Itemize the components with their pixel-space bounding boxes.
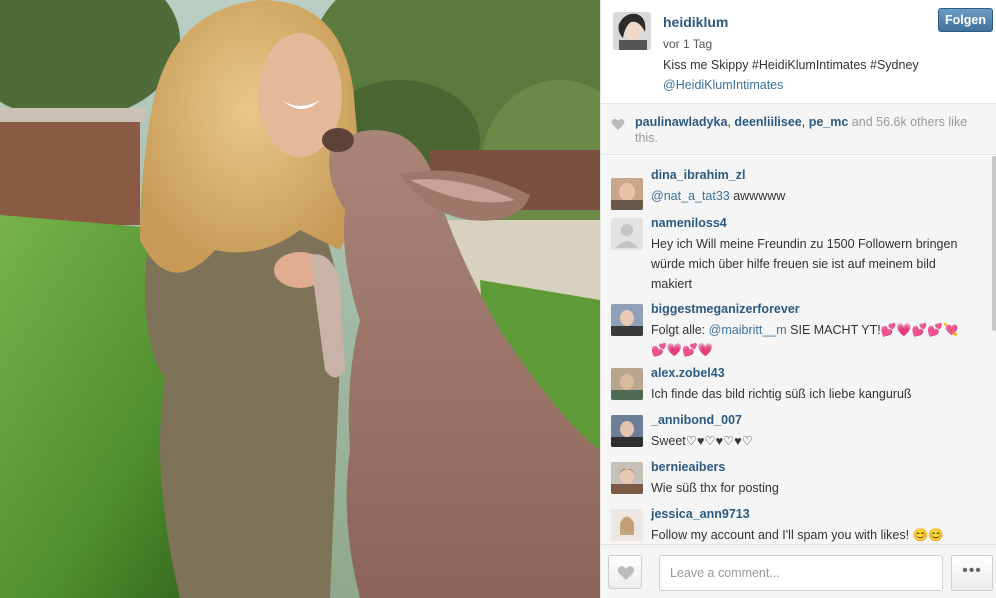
caption-text: Kiss me Skippy #HeidiKlumIntimates #Sydn…	[663, 58, 919, 72]
liker-username[interactable]: pe_mc	[809, 115, 849, 129]
heart-icon	[611, 119, 625, 130]
heart-icon	[617, 566, 635, 580]
comment-text: Hey ich Will meine Freundin zu 1500 Foll…	[651, 237, 958, 291]
comment-username[interactable]: alex.zobel43	[651, 366, 725, 380]
comment-text: Follow my account and I'll spam you with…	[651, 528, 944, 542]
avatar[interactable]	[611, 462, 643, 494]
comment-text: Ich finde das bild richtig süß ich liebe…	[651, 387, 912, 401]
comment-body: Folgt alle:	[651, 323, 709, 337]
avatar[interactable]	[611, 218, 643, 250]
follow-button[interactable]: Folgen	[938, 8, 993, 32]
comment-username[interactable]: _annibond_007	[651, 413, 742, 427]
comment-text: Wie süß thx for posting	[651, 481, 779, 495]
owner-username[interactable]: heidiklum	[663, 14, 728, 30]
comment-mention[interactable]: @maibritt__m	[709, 323, 787, 337]
comment-username[interactable]: dina_ibrahim_zl	[651, 168, 745, 182]
avatar[interactable]	[611, 509, 643, 541]
avatar[interactable]	[611, 368, 643, 400]
comment-username[interactable]: nameniloss4	[651, 216, 727, 230]
ellipsis-icon: •••	[962, 562, 982, 579]
comment-body: SIE MACHT YT!	[786, 323, 881, 337]
post-time: vor 1 Tag	[663, 37, 713, 51]
avatar[interactable]	[611, 178, 643, 210]
liker-username[interactable]: paulinawladyka	[635, 115, 727, 129]
post-header: heidiklum vor 1 Tag Kiss me Skippy #Heid…	[601, 0, 996, 103]
scrollbar-thumb[interactable]	[992, 156, 996, 331]
liker-username[interactable]: deenliilisee	[734, 115, 801, 129]
comment-body: awwwww	[729, 189, 786, 203]
comment-username[interactable]: jessica_ann9713	[651, 507, 750, 521]
comment-username[interactable]: bernieaibers	[651, 460, 725, 474]
comment-input[interactable]	[659, 555, 943, 591]
comments-list[interactable]: dina_ibrahim_zl @nat_a_tat33 awwwww name…	[601, 156, 991, 544]
comment-footer: •••	[601, 544, 996, 598]
caption-mention[interactable]: @HeidiKlumIntimates	[663, 78, 783, 92]
post-side-panel: heidiklum vor 1 Tag Kiss me Skippy #Heid…	[600, 0, 996, 598]
like-button[interactable]	[608, 555, 642, 589]
comment-text: @nat_a_tat33 awwwww	[651, 186, 971, 206]
likes-separator: ,	[801, 115, 809, 129]
comment-username[interactable]: biggestmeganizerforever	[651, 302, 800, 316]
avatar[interactable]	[611, 304, 643, 336]
comments-scrollbar[interactable]	[991, 156, 996, 544]
comment-text: Folgt alle: @maibritt__m SIE MACHT YT!💕💗…	[651, 320, 971, 360]
more-options-button[interactable]: •••	[951, 555, 993, 591]
owner-avatar[interactable]	[613, 12, 651, 50]
likes-summary: paulinawladyka, deenliilisee, pe_mc and …	[601, 103, 996, 155]
post-caption: Kiss me Skippy #HeidiKlumIntimates #Sydn…	[663, 55, 923, 95]
post-photo	[0, 0, 600, 598]
avatar[interactable]	[611, 415, 643, 447]
comment-mention[interactable]: @nat_a_tat33	[651, 189, 730, 203]
comment-text: Sweet♡♥♡♥♡♥♡	[651, 434, 753, 448]
